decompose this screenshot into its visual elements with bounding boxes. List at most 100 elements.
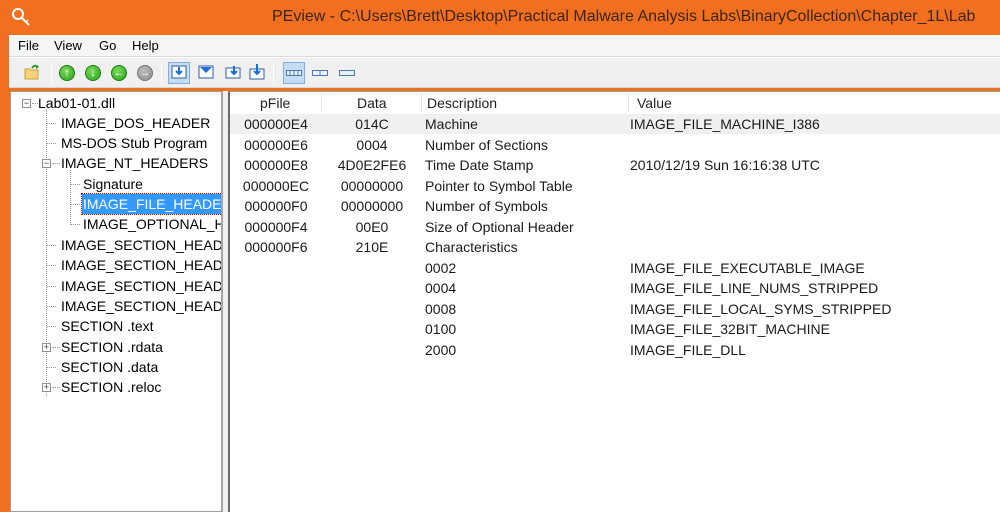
- cell-description: 2000: [425, 341, 457, 358]
- cell-value: IMAGE_FILE_32BIT_MACHINE: [630, 321, 830, 337]
- view-qword-icon: [249, 63, 265, 83]
- expand-icon[interactable]: +: [42, 343, 51, 352]
- cell-description: Number of Symbols: [425, 198, 548, 214]
- view-dword-icon: [225, 64, 241, 83]
- tree-item-label: IMAGE_SECTION_HEADER .reloc: [61, 298, 223, 314]
- tree-connector: [47, 306, 56, 307]
- tree-connector: [47, 265, 56, 266]
- cell-description: 0008: [425, 300, 457, 317]
- menu-file[interactable]: File: [18, 38, 39, 53]
- cell-data: 00000000: [340, 198, 404, 214]
- column-header-data[interactable]: Data: [357, 95, 387, 111]
- tree-connector: [46, 110, 47, 396]
- tree-item-label: IMAGE_SECTION_HEADER .rdata: [61, 257, 223, 273]
- cell-value: IMAGE_FILE_MACHINE_I386: [630, 116, 820, 132]
- tree-connector: [71, 184, 80, 185]
- view-byte-button[interactable]: [168, 62, 190, 84]
- table-row[interactable]: 000000E8 4D0E2FE6 Time Date Stamp 2010/12/1…: [230, 155, 1000, 175]
- tree-connector: [52, 163, 60, 164]
- cell-value: IMAGE_FILE_EXECUTABLE_IMAGE: [630, 259, 865, 276]
- hex-view-wide-button[interactable]: [283, 62, 305, 84]
- column-header-value[interactable]: Value: [637, 95, 672, 111]
- go-down-button[interactable]: ↓: [82, 62, 104, 84]
- cell-pfile: 000000E4: [244, 116, 308, 132]
- column-header-description[interactable]: Description: [427, 95, 497, 111]
- hex-narrow-icon: [339, 65, 355, 81]
- cell-description: 0002: [425, 259, 457, 276]
- cell-pfile: 000000F0: [244, 198, 308, 214]
- cell-description: Characteristics: [425, 239, 518, 255]
- go-up-button[interactable]: ↑: [56, 62, 78, 84]
- table-row[interactable]: 0100 IMAGE_FILE_32BIT_MACHINE: [230, 319, 1000, 339]
- table-row[interactable]: 0002 IMAGE_FILE_EXECUTABLE_IMAGE: [230, 258, 1000, 278]
- menu-view[interactable]: View: [54, 38, 82, 53]
- view-word-button[interactable]: [195, 62, 217, 84]
- view-word-icon: [198, 64, 214, 83]
- window-title: PEview - C:\Users\Brett\Desktop\Practica…: [272, 8, 976, 25]
- cell-pfile: 000000E6: [244, 136, 308, 153]
- table-row[interactable]: 000000F0 00000000 Number of Symbols: [230, 196, 1000, 216]
- structure-tree[interactable]: − Lab01-01.dll IMAGE_DOS_HEADER MS-DOS S…: [10, 91, 223, 512]
- collapse-icon[interactable]: −: [42, 159, 51, 168]
- tree-connector: [47, 326, 56, 327]
- cell-pfile: 000000EC: [242, 177, 310, 194]
- toolbar-separator: [161, 63, 162, 83]
- table-row[interactable]: 2000 IMAGE_FILE_DLL: [230, 340, 1000, 360]
- cell-description: Pointer to Symbol Table: [425, 177, 573, 194]
- tree-connector: [70, 170, 71, 225]
- cell-pfile: 000000F6: [244, 239, 308, 255]
- cell-description: Size of Optional Header: [425, 218, 574, 235]
- tree-connector: [52, 387, 60, 388]
- view-dword-button[interactable]: [222, 62, 244, 84]
- table-row[interactable]: 0008 IMAGE_FILE_LOCAL_SYMS_STRIPPED: [230, 299, 1000, 319]
- hex-view-narrow-button[interactable]: [336, 62, 358, 84]
- collapse-icon[interactable]: −: [22, 99, 31, 108]
- cell-value: 2010/12/19 Sun 16:16:38 UTC: [630, 157, 820, 173]
- arrow-left-circle-icon: ←: [111, 65, 127, 81]
- menu-go[interactable]: Go: [99, 38, 116, 53]
- toolbar: ↑ ↓ ← →: [9, 57, 1000, 88]
- list-header: pFile Data Description Value: [230, 92, 1000, 114]
- column-header-pfile[interactable]: pFile: [260, 95, 290, 111]
- table-row[interactable]: 000000E6 0004 Number of Sections: [230, 135, 1000, 155]
- field-list[interactable]: pFile Data Description Value 000000E4 014…: [228, 91, 1000, 512]
- tree-item-label: Signature: [83, 176, 143, 192]
- menu-bar: File View Go Help: [9, 35, 1000, 57]
- table-row[interactable]: 000000E4 014C Machine IMAGE_FILE_MACHINE_I3…: [230, 114, 1000, 134]
- cell-pfile: 000000E8: [244, 157, 308, 173]
- cell-description: Machine: [425, 116, 478, 132]
- cell-data: 00E0: [355, 218, 389, 235]
- view-qword-button[interactable]: [246, 62, 268, 84]
- tree-item-label: SECTION .rdata: [61, 339, 163, 355]
- tree-connector: [52, 347, 60, 348]
- hex-view-medium-button[interactable]: [309, 62, 331, 84]
- tree-item-label: IMAGE_FILE_HEADER: [81, 193, 221, 215]
- table-row[interactable]: 0004 IMAGE_FILE_LINE_NUMS_STRIPPED: [230, 278, 1000, 298]
- cell-description: 0004: [425, 280, 457, 296]
- tree-item-label: IMAGE_NT_HEADERS: [61, 155, 209, 171]
- go-back-button[interactable]: ←: [108, 62, 130, 84]
- open-folder-icon: [23, 63, 41, 84]
- hex-wide-icon: [286, 65, 302, 81]
- cell-description: Time Date Stamp: [425, 157, 534, 173]
- toolbar-separator: [273, 63, 274, 83]
- cell-value: IMAGE_FILE_LOCAL_SYMS_STRIPPED: [630, 300, 892, 317]
- table-row[interactable]: 000000F4 00E0 Size of Optional Header: [230, 217, 1000, 237]
- menu-help[interactable]: Help: [132, 38, 159, 53]
- cell-data: 4D0E2FE6: [337, 157, 407, 173]
- tree-item-label: SECTION .text: [61, 318, 154, 334]
- column-divider[interactable]: [421, 94, 422, 112]
- arrow-right-circle-icon: →: [137, 65, 153, 81]
- column-divider[interactable]: [628, 94, 629, 112]
- table-row[interactable]: 000000F6 210E Characteristics: [230, 237, 1000, 257]
- cell-pfile: 000000F4: [244, 218, 308, 235]
- table-row[interactable]: 000000EC 00000000 Pointer to Symbol Table: [230, 176, 1000, 196]
- tree-connector: [71, 224, 80, 225]
- cell-value: IMAGE_FILE_DLL: [630, 341, 746, 358]
- go-forward-button[interactable]: →: [134, 62, 156, 84]
- open-file-button[interactable]: [21, 62, 43, 84]
- magnifier-key-icon[interactable]: [10, 6, 32, 28]
- expand-icon[interactable]: +: [42, 383, 51, 392]
- column-divider[interactable]: [321, 94, 322, 112]
- hex-medium-icon: [312, 65, 328, 81]
